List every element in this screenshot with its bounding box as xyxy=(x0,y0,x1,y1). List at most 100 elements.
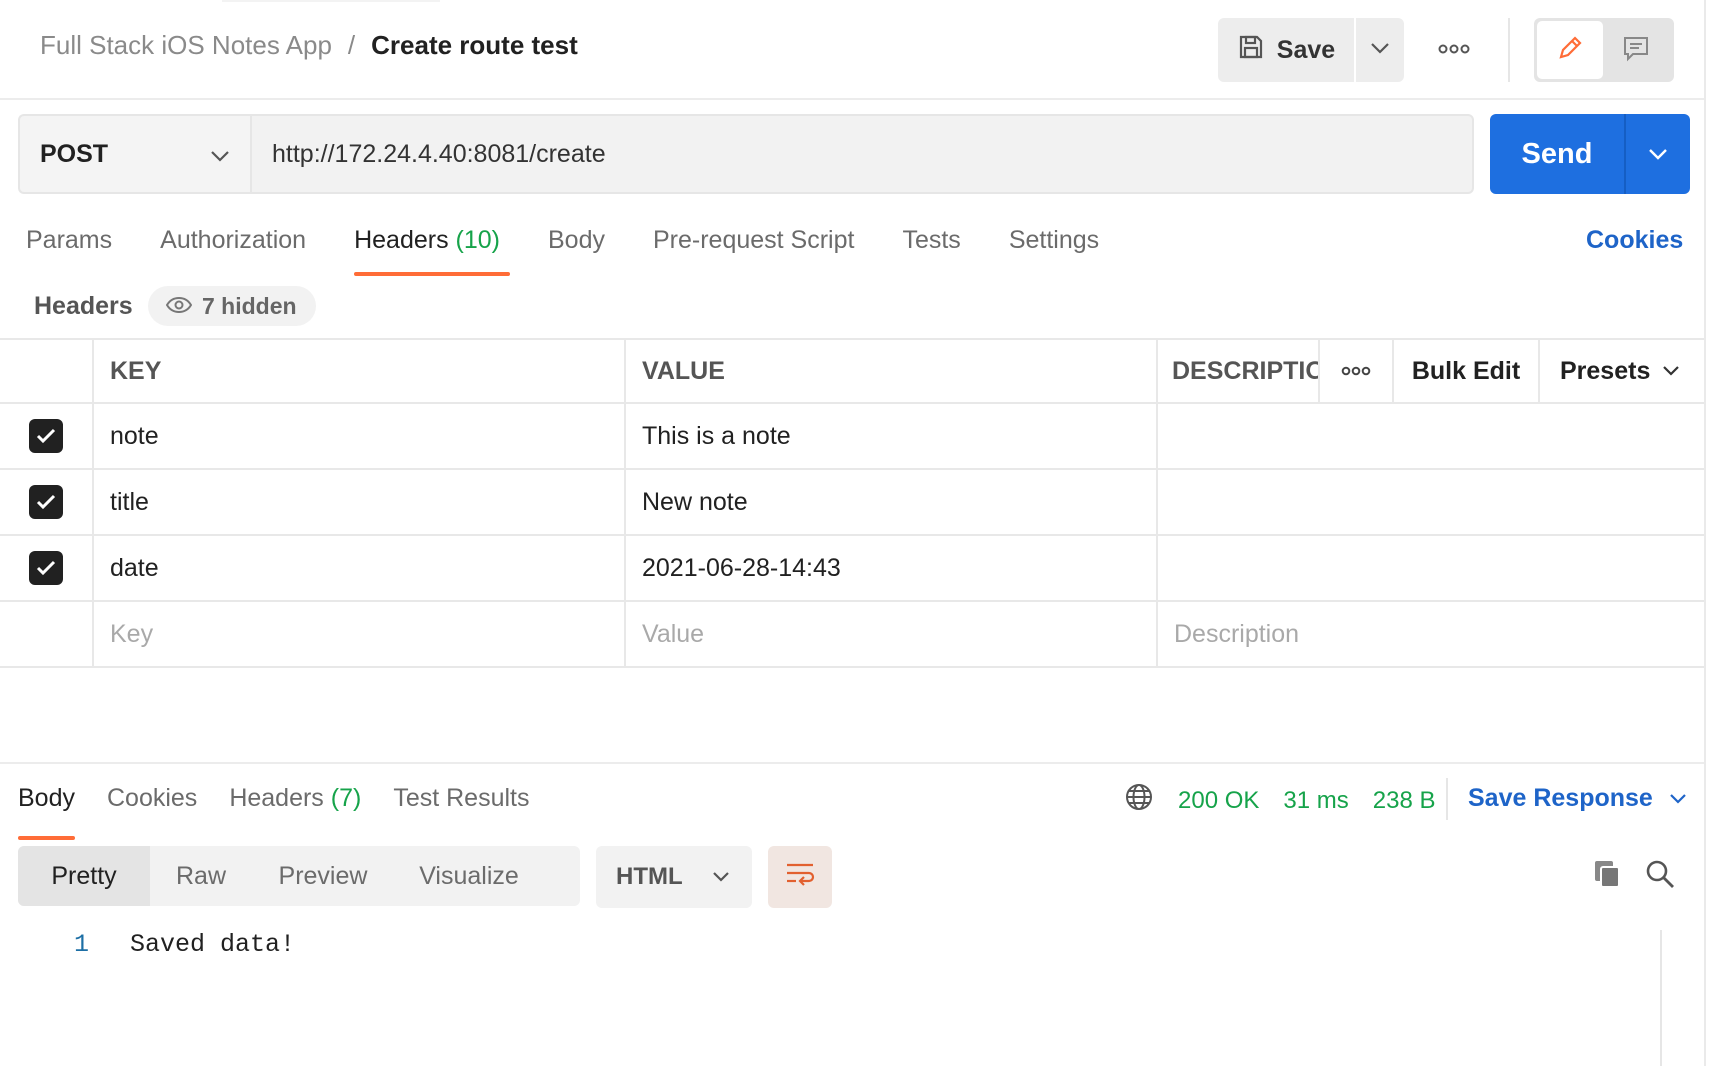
table-header-row: KEY VALUE DESCRIPTIO Bulk Edit Presets xyxy=(0,338,1704,404)
response-tab-headers[interactable]: Headers (7) xyxy=(229,784,361,830)
line-number: 1 xyxy=(74,930,90,959)
response-tab-headers-label: Headers xyxy=(229,784,324,812)
edit-mode-button[interactable] xyxy=(1537,21,1603,79)
wrap-lines-icon xyxy=(784,861,816,894)
url-input[interactable]: http://172.24.4.40:8081/create xyxy=(250,114,1474,194)
new-key-input[interactable]: Key xyxy=(92,602,626,666)
chevron-down-icon xyxy=(1649,149,1667,160)
search-icon[interactable] xyxy=(1644,858,1676,895)
send-button[interactable]: Send xyxy=(1490,138,1624,171)
response-status-bar: 200 OK 31 ms 238 B xyxy=(1124,782,1435,819)
chevron-down-icon xyxy=(210,140,230,169)
response-tabs: Body Cookies Headers (7) Test Results xyxy=(18,784,562,840)
header-value-cell[interactable]: This is a note xyxy=(624,404,1158,468)
response-tab-body[interactable]: Body xyxy=(18,784,75,840)
tab-headers[interactable]: Headers (10) xyxy=(354,226,510,276)
select-column-header xyxy=(0,340,92,402)
more-icon xyxy=(1341,366,1371,376)
header-key-cell[interactable]: date xyxy=(92,536,626,600)
status-code[interactable]: 200 OK xyxy=(1178,787,1259,815)
header-key-cell[interactable]: note xyxy=(92,404,626,468)
new-value-input[interactable]: Value xyxy=(624,602,1158,666)
presets-dropdown[interactable]: Presets xyxy=(1538,340,1704,402)
tab-tests[interactable]: Tests xyxy=(902,226,960,274)
tab-params[interactable]: Params xyxy=(26,226,112,274)
pencil-icon xyxy=(1555,33,1585,68)
globe-icon[interactable] xyxy=(1124,782,1154,819)
eye-icon xyxy=(165,293,193,320)
breadcrumb: Full Stack iOS Notes App / Create route … xyxy=(40,30,578,61)
header-description-cell[interactable] xyxy=(1156,536,1704,600)
response-time[interactable]: 31 ms xyxy=(1283,787,1348,815)
checkmark-icon xyxy=(29,419,63,453)
save-options-button[interactable] xyxy=(1356,18,1404,82)
bulk-edit-button[interactable]: Bulk Edit xyxy=(1392,340,1538,402)
tab-body[interactable]: Body xyxy=(548,226,605,274)
table-row: date 2021-06-28-14:43 xyxy=(0,536,1704,602)
response-tab-test-results[interactable]: Test Results xyxy=(393,784,529,830)
view-mode-visualize[interactable]: Visualize xyxy=(394,846,544,906)
tab-settings[interactable]: Settings xyxy=(1009,226,1099,274)
save-button[interactable]: Save xyxy=(1218,18,1354,82)
row-checkbox[interactable] xyxy=(0,404,92,468)
empty-checkbox-cell xyxy=(0,602,92,666)
view-mode-preview[interactable]: Preview xyxy=(252,846,394,906)
tab-headers-label: Headers xyxy=(354,226,449,254)
tab-authorization[interactable]: Authorization xyxy=(160,226,306,274)
new-description-input[interactable]: Description xyxy=(1156,602,1704,666)
view-mode-raw[interactable]: Raw xyxy=(150,846,252,906)
column-header-value: VALUE xyxy=(624,340,1158,402)
headers-section-label: Headers xyxy=(34,292,133,320)
checkmark-icon xyxy=(29,551,63,585)
right-border xyxy=(1704,0,1706,1066)
row-checkbox[interactable] xyxy=(0,536,92,600)
hidden-headers-toggle[interactable]: 7 hidden xyxy=(148,286,316,326)
view-mode-pretty[interactable]: Pretty xyxy=(18,846,150,906)
cookies-link[interactable]: Cookies xyxy=(1586,226,1683,255)
checkmark-icon xyxy=(29,485,63,519)
response-size[interactable]: 238 B xyxy=(1373,787,1436,815)
format-label: HTML xyxy=(616,863,683,890)
request-editor: Full Stack iOS Notes App / Create route … xyxy=(0,0,1714,1066)
save-icon xyxy=(1237,33,1265,68)
table-row: note This is a note xyxy=(0,404,1704,470)
chevron-down-icon xyxy=(713,872,729,882)
tab-pre-request-script[interactable]: Pre-request Script xyxy=(653,226,854,274)
save-response-button[interactable]: Save Response xyxy=(1468,784,1687,813)
view-mode-selector: Pretty Raw Preview Visualize xyxy=(18,846,580,906)
header-value-cell[interactable]: 2021-06-28-14:43 xyxy=(624,536,1158,600)
chevron-down-icon xyxy=(1370,41,1390,59)
comments-button[interactable] xyxy=(1603,21,1669,79)
status-divider xyxy=(1446,778,1448,820)
more-actions-button[interactable] xyxy=(1432,30,1476,70)
row-checkbox[interactable] xyxy=(0,470,92,534)
method-select[interactable]: POST xyxy=(18,114,250,194)
wrap-lines-button[interactable] xyxy=(768,846,832,908)
header-divider xyxy=(0,98,1704,100)
toolbar-divider xyxy=(1508,18,1510,82)
breadcrumb-separator: / xyxy=(347,30,356,60)
header-value-cell[interactable]: New note xyxy=(624,470,1158,534)
request-name[interactable]: Create route test xyxy=(371,30,578,61)
column-header-key: KEY xyxy=(92,340,626,402)
comment-icon xyxy=(1621,33,1651,68)
scrollbar-track[interactable] xyxy=(1660,930,1662,1066)
header-key-cell[interactable]: title xyxy=(92,470,626,534)
chevron-down-icon xyxy=(1663,366,1680,376)
mode-toggle xyxy=(1534,18,1674,82)
response-tab-cookies[interactable]: Cookies xyxy=(107,784,197,830)
method-label: POST xyxy=(40,139,109,168)
header-description-cell[interactable] xyxy=(1156,470,1704,534)
copy-icon[interactable] xyxy=(1592,858,1624,895)
tab-headers-count: (10) xyxy=(455,226,500,254)
response-tab-headers-count: (7) xyxy=(330,784,362,812)
save-response-label: Save Response xyxy=(1468,784,1653,812)
header-description-cell[interactable] xyxy=(1156,404,1704,468)
table-options-button[interactable] xyxy=(1318,340,1392,402)
new-header-row: Key Value Description xyxy=(0,602,1704,668)
column-header-description: DESCRIPTIO xyxy=(1156,340,1318,402)
response-divider xyxy=(0,762,1704,764)
send-options-button[interactable] xyxy=(1626,148,1690,160)
breadcrumb-collection[interactable]: Full Stack iOS Notes App xyxy=(40,30,332,61)
format-select[interactable]: HTML xyxy=(596,846,752,908)
